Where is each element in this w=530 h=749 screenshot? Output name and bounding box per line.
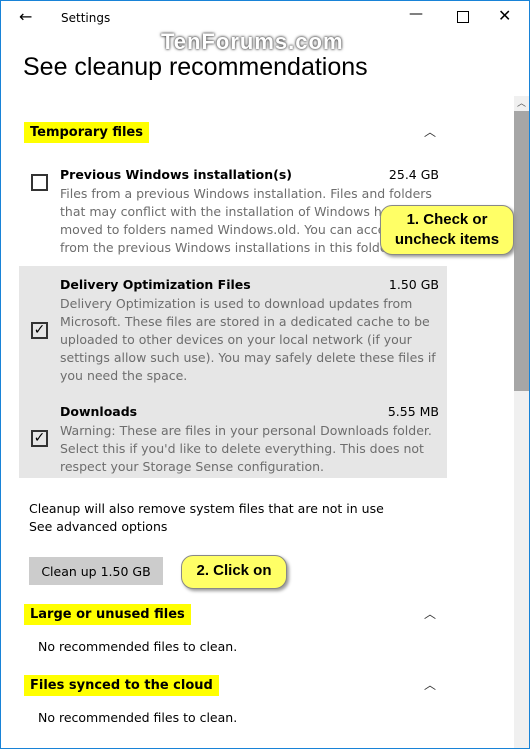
item-size: 5.55 MB xyxy=(387,404,439,419)
window-title: Settings xyxy=(61,11,111,25)
section-header-large-unused[interactable]: Large or unused files xyxy=(24,604,191,625)
back-arrow-icon[interactable]: ← xyxy=(19,7,32,26)
callout-click-on: 2. Click on xyxy=(181,555,287,589)
checkbox-checked[interactable]: ✓ xyxy=(31,430,48,447)
item-size: 1.50 GB xyxy=(388,277,439,292)
item-description: Warning: These are files in your persona… xyxy=(60,423,432,474)
section-header-cloud-files[interactable]: Files synced to the cloud xyxy=(24,675,219,696)
empty-message: No recommended files to clean. xyxy=(38,710,238,725)
list-item[interactable]: ✓ Delivery Optimization Files 1.50 GB De… xyxy=(19,266,447,390)
cleanup-note: Cleanup will also remove system files th… xyxy=(29,501,384,516)
item-size: 25.4 GB xyxy=(388,167,439,182)
item-title: Previous Windows installation(s) xyxy=(60,167,293,182)
watermark: TenForums.com xyxy=(161,29,344,54)
checkbox[interactable] xyxy=(31,174,48,191)
item-description: Delivery Optimization is used to downloa… xyxy=(60,296,436,383)
checkbox-checked[interactable]: ✓ xyxy=(31,322,48,339)
maximize-button[interactable] xyxy=(457,11,469,23)
chevron-up-icon[interactable]: ︿ xyxy=(424,123,436,140)
empty-message: No recommended files to clean. xyxy=(38,639,238,654)
chevron-up-icon[interactable]: ︿ xyxy=(424,676,436,693)
chevron-up-icon[interactable]: ︿ xyxy=(424,605,436,622)
list-item[interactable]: ✓ Downloads 5.55 MB Warning: These are f… xyxy=(19,390,447,478)
advanced-options-link[interactable]: See advanced options xyxy=(29,519,167,534)
settings-window: ← Settings — ✕ TenForums.com See cleanup… xyxy=(0,0,530,749)
page-title: See cleanup recommendations xyxy=(23,53,368,81)
item-title: Delivery Optimization Files xyxy=(60,277,251,292)
clean-up-button[interactable]: Clean up 1.50 GB xyxy=(29,557,163,585)
item-title: Downloads xyxy=(60,404,138,419)
section-header-temporary-files[interactable]: Temporary files xyxy=(24,122,149,143)
close-button[interactable]: ✕ xyxy=(498,6,511,25)
callout-check-items: 1. Check or uncheck items xyxy=(380,205,514,255)
scrollbar-thumb[interactable] xyxy=(514,111,529,391)
minimize-button[interactable]: — xyxy=(409,6,423,22)
